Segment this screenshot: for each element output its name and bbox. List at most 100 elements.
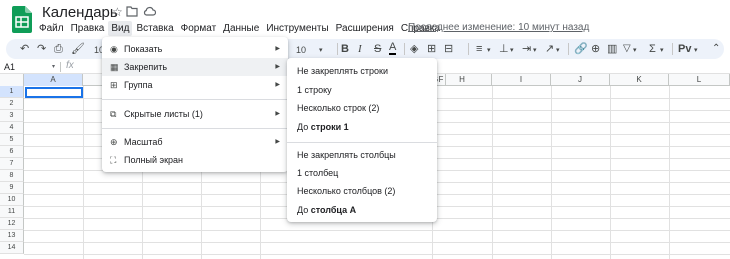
freeze-up-to-col-prefix: До bbox=[297, 205, 311, 215]
fill-color-icon[interactable]: ◈ bbox=[410, 42, 418, 56]
paint-format-icon[interactable]: 🖌 bbox=[71, 42, 85, 56]
menu-separator bbox=[102, 128, 288, 129]
freeze-up-to-col[interactable]: До столбца A bbox=[297, 203, 356, 217]
undo-icon[interactable]: ↶ bbox=[20, 42, 29, 56]
italic-button[interactable]: I bbox=[358, 42, 362, 56]
input-tools-button[interactable]: Pv bbox=[678, 42, 691, 56]
menu-extensions[interactable]: Расширения bbox=[333, 21, 397, 36]
chevron-right-icon: ▶ bbox=[275, 64, 280, 70]
cloud-status-icon[interactable] bbox=[143, 6, 156, 16]
row-header[interactable]: 6 bbox=[0, 146, 24, 158]
selected-cell-a1[interactable] bbox=[25, 87, 83, 98]
column-header[interactable]: I bbox=[492, 74, 551, 86]
row-header[interactable]: 5 bbox=[0, 134, 24, 146]
chevron-down-icon[interactable]: ▾ bbox=[633, 44, 637, 58]
menu-format[interactable]: Формат bbox=[178, 21, 220, 36]
row-header[interactable]: 8 bbox=[0, 170, 24, 182]
text-rotation-icon[interactable]: ↗ bbox=[545, 42, 554, 56]
document-title[interactable]: Календарь bbox=[42, 4, 118, 21]
chevron-down-icon[interactable]: ▾ bbox=[556, 44, 560, 58]
menu-tools[interactable]: Инструменты bbox=[263, 21, 331, 36]
select-all-corner[interactable] bbox=[0, 74, 24, 86]
menu-file[interactable]: Файл bbox=[36, 21, 67, 36]
chevron-down-icon[interactable]: ▾ bbox=[510, 44, 514, 58]
view-menu-group[interactable]: ⊞ Группа ▶ bbox=[102, 76, 288, 94]
filter-icon[interactable]: ▽ bbox=[623, 42, 631, 56]
redo-icon[interactable]: ↷ bbox=[37, 42, 46, 56]
toolbar-divider bbox=[568, 43, 569, 55]
row-header[interactable]: 1 bbox=[0, 86, 24, 98]
chevron-down-icon[interactable]: ▾ bbox=[694, 44, 698, 58]
collapse-toolbar-icon[interactable]: ⌃ bbox=[712, 42, 720, 56]
zoom-icon: ⊕ bbox=[110, 137, 118, 147]
menu-view[interactable]: Вид bbox=[108, 20, 133, 36]
functions-button[interactable]: Σ bbox=[649, 42, 656, 56]
menu-insert[interactable]: Вставка bbox=[133, 21, 176, 36]
row-header[interactable]: 9 bbox=[0, 182, 24, 194]
bold-button[interactable]: B bbox=[341, 42, 349, 56]
chevron-down-icon[interactable]: ▾ bbox=[533, 44, 537, 58]
row-header[interactable]: 13 bbox=[0, 230, 24, 242]
row-gridline bbox=[24, 242, 730, 243]
freeze-up-to-row[interactable]: До строки 1 bbox=[297, 120, 349, 134]
borders-icon[interactable]: ⊞ bbox=[427, 42, 436, 56]
row-header[interactable]: 2 bbox=[0, 98, 24, 110]
insert-link-icon[interactable]: 🔗 bbox=[574, 42, 588, 56]
move-folder-icon[interactable] bbox=[126, 6, 138, 17]
view-menu-freeze[interactable]: ▦ Закрепить ▶ bbox=[102, 58, 288, 76]
sheets-logo-icon[interactable] bbox=[12, 6, 32, 33]
row-header[interactable]: 7 bbox=[0, 158, 24, 170]
view-menu: ◉ Показать ▶ ▦ Закрепить ▶ ⊞ Группа ▶ ⧉ … bbox=[102, 37, 288, 172]
chevron-down-icon[interactable]: ▾ bbox=[319, 44, 323, 58]
chevron-down-icon[interactable]: ▾ bbox=[487, 44, 491, 58]
freeze-rows-multiple[interactable]: Несколько строк (2) bbox=[297, 101, 379, 115]
toolbar-divider bbox=[337, 43, 338, 55]
row-header[interactable]: 12 bbox=[0, 218, 24, 230]
column-header[interactable]: J bbox=[551, 74, 610, 86]
view-menu-hidden-sheets[interactable]: ⧉ Скрытые листы (1) ▶ bbox=[102, 105, 288, 123]
insert-chart-icon[interactable]: ▥ bbox=[607, 42, 617, 56]
print-icon[interactable]: ⎙ bbox=[54, 42, 63, 56]
text-color-button[interactable]: A bbox=[389, 42, 397, 55]
row-header[interactable]: 3 bbox=[0, 110, 24, 122]
freeze-row-1[interactable]: 1 строку bbox=[297, 83, 332, 97]
freeze-col-1[interactable]: 1 столбец bbox=[297, 166, 338, 180]
insert-comment-icon[interactable]: ⊕ bbox=[591, 42, 600, 56]
row-gridline bbox=[24, 254, 730, 255]
strikethrough-button[interactable]: S bbox=[374, 42, 381, 56]
menu-edit[interactable]: Правка bbox=[68, 21, 108, 36]
horizontal-align-icon[interactable]: ≡ bbox=[476, 42, 482, 56]
row-header[interactable]: 14 bbox=[0, 242, 24, 254]
merge-cells-icon[interactable]: ⊟ bbox=[444, 42, 453, 56]
freeze-rows-none[interactable]: Не закреплять строки bbox=[297, 64, 388, 78]
cell-reference-box[interactable]: A1 bbox=[4, 61, 15, 73]
chevron-right-icon: ▶ bbox=[275, 82, 280, 88]
menu-separator bbox=[102, 99, 288, 100]
menu-data[interactable]: Данные bbox=[220, 21, 262, 36]
column-header[interactable]: A bbox=[24, 74, 83, 86]
menu-bar: Файл Правка Вид Вставка Формат Данные Ин… bbox=[36, 20, 444, 36]
row-header[interactable]: 4 bbox=[0, 122, 24, 134]
star-icon[interactable]: ☆ bbox=[112, 5, 123, 19]
freeze-cols-none[interactable]: Не закреплять столбцы bbox=[297, 148, 396, 162]
font-size-select[interactable]: 10 bbox=[296, 43, 306, 57]
chevron-down-icon[interactable]: ▾ bbox=[660, 44, 664, 58]
view-menu-fullscreen[interactable]: ⛶ Полный экран bbox=[102, 151, 288, 169]
column-header[interactable]: K bbox=[610, 74, 669, 86]
column-header[interactable]: L bbox=[669, 74, 730, 86]
freeze-cols-multiple[interactable]: Несколько столбцов (2) bbox=[297, 184, 395, 198]
column-gridline bbox=[551, 86, 552, 259]
row-header[interactable]: 10 bbox=[0, 194, 24, 206]
vertical-align-icon[interactable]: ⊥ bbox=[499, 42, 509, 56]
view-menu-zoom[interactable]: ⊕ Масштаб ▶ bbox=[102, 133, 288, 151]
chevron-down-icon[interactable]: ▾ bbox=[52, 61, 55, 73]
column-header[interactable]: H bbox=[433, 74, 492, 86]
text-wrap-icon[interactable]: ⇥ bbox=[522, 42, 531, 56]
row-header[interactable]: 11 bbox=[0, 206, 24, 218]
column-gridline bbox=[83, 86, 84, 259]
column-gridline bbox=[610, 86, 611, 259]
hidden-sheets-icon: ⧉ bbox=[110, 109, 117, 119]
chevron-right-icon: ▶ bbox=[275, 139, 280, 145]
last-edit-link[interactable]: Последнее изменение: 10 минут назад bbox=[408, 21, 589, 34]
view-menu-show[interactable]: ◉ Показать ▶ bbox=[102, 40, 288, 58]
